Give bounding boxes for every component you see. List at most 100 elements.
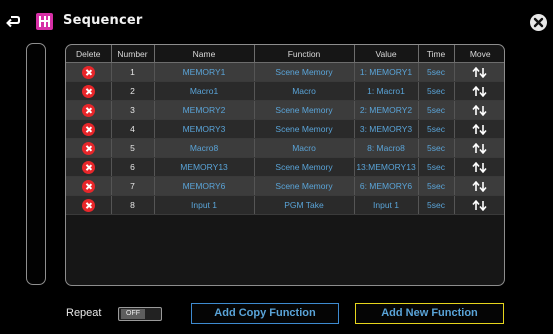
- delete-icon[interactable]: [81, 160, 95, 174]
- scrollbar[interactable]: [26, 43, 46, 285]
- row-time[interactable]: 5sec: [418, 157, 455, 177]
- row-value[interactable]: 8: Macro8: [354, 138, 419, 158]
- delete-icon[interactable]: [81, 122, 95, 136]
- row-number: 6: [111, 157, 155, 177]
- row-time[interactable]: 5sec: [418, 119, 455, 139]
- table-row[interactable]: 5 Macro8 Macro 8: Macro8 5sec: [66, 138, 504, 158]
- delete-cell: [66, 100, 112, 120]
- delete-cell: [66, 195, 112, 215]
- delete-cell: [66, 176, 112, 196]
- row-name[interactable]: MEMORY1: [154, 62, 255, 82]
- move-cell: [454, 138, 504, 158]
- close-icon[interactable]: [530, 14, 547, 31]
- row-function[interactable]: Macro: [254, 138, 355, 158]
- row-number: 1: [111, 62, 155, 82]
- row-function[interactable]: Scene Memory: [254, 119, 355, 139]
- move-up-down-icon[interactable]: [472, 123, 488, 135]
- column-header-delete: Delete: [66, 45, 112, 63]
- table-row[interactable]: 6 MEMORY13 Scene Memory 13:MEMORY13 5sec: [66, 157, 504, 177]
- row-name[interactable]: Macro1: [154, 81, 255, 101]
- row-number: 4: [111, 119, 155, 139]
- column-header-name: Name: [154, 45, 255, 63]
- row-name[interactable]: MEMORY13: [154, 157, 255, 177]
- row-function[interactable]: PGM Take: [254, 195, 355, 215]
- delete-icon[interactable]: [81, 179, 95, 193]
- move-cell: [454, 81, 504, 101]
- row-time[interactable]: 5sec: [418, 195, 455, 215]
- move-up-down-icon[interactable]: [472, 161, 488, 173]
- row-number: 8: [111, 195, 155, 215]
- row-value[interactable]: 6: MEMORY6: [354, 176, 419, 196]
- column-header-number: Number: [111, 45, 155, 63]
- delete-cell: [66, 157, 112, 177]
- move-up-down-icon[interactable]: [472, 85, 488, 97]
- table-row[interactable]: 7 MEMORY6 Scene Memory 6: MEMORY6 5sec: [66, 176, 504, 196]
- table-row[interactable]: 3 MEMORY2 Scene Memory 2: MEMORY2 5sec: [66, 100, 504, 120]
- delete-cell: [66, 119, 112, 139]
- row-name[interactable]: MEMORY6: [154, 176, 255, 196]
- row-number: 7: [111, 176, 155, 196]
- table-row[interactable]: 4 MEMORY3 Scene Memory 3: MEMORY3 5sec: [66, 119, 504, 139]
- move-cell: [454, 119, 504, 139]
- back-arrow-icon[interactable]: [5, 14, 21, 30]
- sequence-table: Delete Number Name Function Value Time Move 1M…: [65, 44, 505, 286]
- row-value[interactable]: 2: MEMORY2: [354, 100, 419, 120]
- row-number: 2: [111, 81, 155, 101]
- delete-icon[interactable]: [81, 141, 95, 155]
- move-up-down-icon[interactable]: [472, 180, 488, 192]
- column-header-time: Time: [418, 45, 455, 63]
- repeat-toggle[interactable]: OFF: [118, 307, 162, 321]
- row-value[interactable]: Input 1: [354, 195, 419, 215]
- move-up-down-icon[interactable]: [472, 142, 488, 154]
- row-name[interactable]: Macro8: [154, 138, 255, 158]
- delete-icon[interactable]: [81, 198, 95, 212]
- row-time[interactable]: 5sec: [418, 138, 455, 158]
- delete-icon[interactable]: [81, 65, 95, 79]
- table-row[interactable]: 1 MEMORY1 Scene Memory 1: MEMORY1 5sec: [66, 62, 504, 82]
- repeat-toggle-state: OFF: [121, 309, 145, 319]
- row-name[interactable]: MEMORY3: [154, 119, 255, 139]
- row-function[interactable]: Scene Memory: [254, 62, 355, 82]
- row-function[interactable]: Macro: [254, 81, 355, 101]
- delete-cell: [66, 138, 112, 158]
- sequencer-window: Sequencer Delete Number Name Function Value T…: [0, 0, 553, 334]
- move-up-down-icon[interactable]: [472, 104, 488, 116]
- row-time[interactable]: 5sec: [418, 62, 455, 82]
- row-time[interactable]: 5sec: [418, 81, 455, 101]
- repeat-label: Repeat: [66, 307, 102, 319]
- table-header-row: Delete Number Name Function Value Time Move: [66, 45, 504, 63]
- delete-cell: [66, 62, 112, 82]
- add-new-function-button[interactable]: Add New Function: [355, 303, 504, 324]
- move-cell: [454, 176, 504, 196]
- move-cell: [454, 157, 504, 177]
- row-number: 3: [111, 100, 155, 120]
- row-time[interactable]: 5sec: [418, 176, 455, 196]
- move-up-down-icon[interactable]: [472, 66, 488, 78]
- row-time[interactable]: 5sec: [418, 100, 455, 120]
- column-header-function: Function: [254, 45, 355, 63]
- row-function[interactable]: Scene Memory: [254, 157, 355, 177]
- row-value[interactable]: 1: MEMORY1: [354, 62, 419, 82]
- row-value[interactable]: 13:MEMORY13: [354, 157, 419, 177]
- move-cell: [454, 195, 504, 215]
- row-value[interactable]: 3: MEMORY3: [354, 119, 419, 139]
- delete-icon[interactable]: [81, 84, 95, 98]
- row-function[interactable]: Scene Memory: [254, 100, 355, 120]
- row-number: 5: [111, 138, 155, 158]
- row-value[interactable]: 1: Macro1: [354, 81, 419, 101]
- table-row[interactable]: 2 Macro1 Macro 1: Macro1 5sec: [66, 81, 504, 101]
- row-function[interactable]: Scene Memory: [254, 176, 355, 196]
- move-up-down-icon[interactable]: [472, 199, 488, 211]
- row-name[interactable]: Input 1: [154, 195, 255, 215]
- page-title: Sequencer: [63, 13, 143, 28]
- row-name[interactable]: MEMORY2: [154, 100, 255, 120]
- delete-cell: [66, 81, 112, 101]
- move-cell: [454, 62, 504, 82]
- sequencer-logo-icon: [36, 13, 53, 30]
- column-header-value: Value: [354, 45, 419, 63]
- table-row[interactable]: 8 Input 1 PGM Take Input 1 5sec: [66, 195, 504, 215]
- add-copy-function-button[interactable]: Add Copy Function: [191, 303, 339, 324]
- delete-icon[interactable]: [81, 103, 95, 117]
- move-cell: [454, 100, 504, 120]
- column-header-move: Move: [454, 45, 504, 63]
